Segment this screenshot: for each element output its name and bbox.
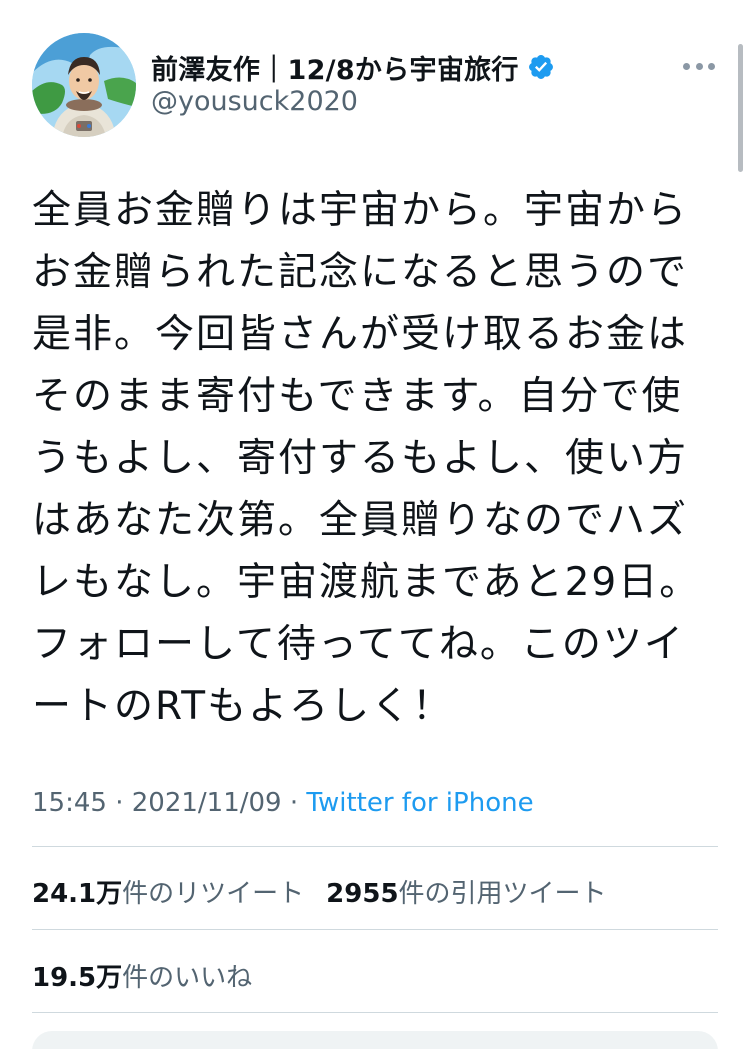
retweets-label: 件のリツイート [122,879,305,909]
tweet-source-link[interactable]: Twitter for iPhone [306,788,533,818]
divider [32,1012,718,1013]
tweet-detail: 前澤友作｜12/8から宇宙旅行 @yousuck2020 全員お金贈りは宇宙から… [0,0,750,1049]
avatar[interactable] [32,33,136,137]
tweet-date[interactable]: 2021/11/09 [132,788,282,818]
tweet-text-line: そのまま寄付もできます。自分で使 [32,374,683,419]
reply-bar[interactable] [32,1031,718,1049]
divider [32,846,718,847]
tweet-text-line: お金贈られた記念になると思うので [32,250,689,295]
likes-stat[interactable]: 19.5万件のいいね [32,963,252,993]
meta-separator: · [106,788,132,818]
meta-separator: · [281,788,307,818]
scrollbar[interactable] [738,44,743,172]
astronaut-avatar-icon [32,33,136,137]
more-dots-icon [683,62,690,70]
tweet-text-line: ートのRTもよろしく！ [32,684,454,729]
more-dots-icon [695,62,703,70]
engagement-stats-row: 24.1万件のリツイート 2955件の引用ツイート [32,873,607,910]
tweet-text-line: はあなた次第。全員贈りなのでハズ [32,498,689,543]
tweet-meta: 15:45 · 2021/11/09 · Twitter for iPhone [32,788,534,818]
quote-tweets-label: 件の引用ツイート [398,879,607,909]
tweet-text-line: 全員お金贈りは宇宙から。宇宙から [32,188,689,233]
display-name[interactable]: 前澤友作｜12/8から宇宙旅行 [151,48,519,87]
more-options-button[interactable] [683,56,715,76]
retweets-stat[interactable]: 24.1万件のリツイート [32,879,304,909]
likes-label: 件のいいね [122,963,253,993]
retweets-count: 24.1万 [32,879,123,909]
tweet-text-line: うもよし、寄付するもよし、使い方 [32,436,689,481]
tweet-text-line: 是非。今回皆さんが受け取るお金は [32,312,689,357]
tweet-text-line: フォローして待っててね。このツイ [32,622,685,667]
user-handle[interactable]: @yousuck2020 [151,86,358,117]
quote-tweets-count: 2955 [326,879,399,909]
author-name-row[interactable]: 前澤友作｜12/8から宇宙旅行 [151,48,555,87]
quote-tweets-stat[interactable]: 2955件の引用ツイート [326,879,606,909]
likes-count: 19.5万 [32,963,123,993]
tweet-time[interactable]: 15:45 [32,788,107,818]
likes-stat-row: 19.5万件のいいね [32,957,252,994]
tweet-text-line: レもなし。宇宙渡航まであと29日。 [32,560,701,605]
more-dots-icon [708,62,715,70]
verified-badge-icon [528,55,553,79]
divider [32,929,718,930]
